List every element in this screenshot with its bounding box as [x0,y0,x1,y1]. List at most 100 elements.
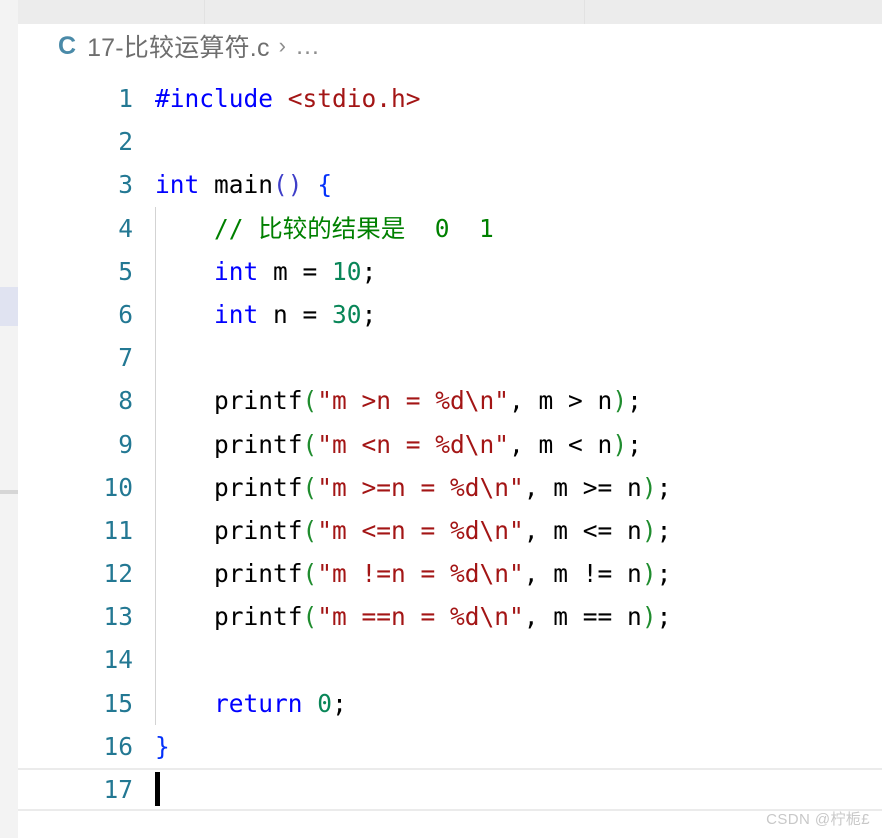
code-token: printf [155,429,303,459]
code-line[interactable]: 2 [18,120,882,163]
code-token: ( [302,515,318,545]
code-token: #include [155,84,288,113]
code-token: ) [641,559,657,589]
code-token: , m >= n [523,472,642,502]
code-line[interactable]: 6 int n = 30; [18,292,882,337]
code-line[interactable]: 4 // 比较的结果是 0 1 [18,206,882,250]
code-line[interactable]: 5 int m = 10; [18,249,882,293]
code-line[interactable]: 1 #include <stdio.h> [18,77,882,120]
breadcrumb[interactable]: C 17-比较运算符.c › … [18,24,320,68]
code-token: // 比较的结果是 0 1 [155,213,494,243]
code-line[interactable]: 8 printf("m >n = %d\n", m > n); [18,379,882,423]
editor-tab-1[interactable] [18,0,205,24]
line-number: 7 [118,343,133,373]
code-line[interactable]: 17 [18,768,882,812]
code-line[interactable]: 12 printf("m !=n = %d\n", m != n); [18,552,882,596]
code-token: { [317,170,333,200]
code-line-content[interactable] [155,336,882,380]
breadcrumb-more-button[interactable]: … [295,32,320,61]
editor-tab-3[interactable] [585,0,882,24]
code-token: 10 [332,256,362,286]
code-token: 0 [317,688,333,718]
code-line-content[interactable]: // 比较的结果是 0 1 [155,206,882,250]
code-line-content[interactable]: printf("m >n = %d\n", m > n); [155,379,882,423]
code-line-content[interactable]: printf("m ==n = %d\n", m == n); [155,595,882,639]
code-token: ( [302,386,318,416]
code-line-content[interactable]: } [155,725,882,768]
code-line-content[interactable]: printf("m >=n = %d\n", m >= n); [155,465,882,509]
code-token: printf [155,559,303,589]
indent-guide [155,249,156,293]
rail-selection-highlight [0,287,18,326]
line-number: 6 [118,299,133,329]
code-token: ) [612,429,628,459]
code-token: "m <=n = %d\n" [317,515,524,545]
code-token: printf [155,472,303,502]
indent-guide [155,552,156,596]
line-number: 9 [118,429,133,459]
code-line[interactable]: 16} [18,725,882,768]
code-token: ( [302,602,318,632]
line-number: 12 [103,559,133,589]
line-number: 14 [103,645,133,675]
editor-tab-2[interactable] [205,0,585,24]
code-line[interactable]: 3 int main() { [18,163,882,206]
line-number: 8 [118,386,133,416]
code-line-content[interactable]: return 0; [155,681,882,725]
code-line[interactable]: 13 printf("m ==n = %d\n", m == n); [18,595,882,639]
code-token: ; [656,515,672,545]
indent-guide [155,379,156,423]
indent-guide [155,595,156,639]
code-line-content[interactable]: printf("m <=n = %d\n", m <= n); [155,508,882,553]
text-cursor [155,772,160,806]
breadcrumb-file-name[interactable]: 17-比较运算符.c [87,28,270,64]
code-token: 30 [332,299,362,329]
code-line[interactable]: 9 printf("m <n = %d\n", m < n); [18,422,882,466]
code-line-content[interactable]: int m = 10; [155,249,882,293]
code-line-content[interactable]: int main() { [155,163,882,206]
code-line-content[interactable]: #include <stdio.h> [155,77,882,120]
code-line-content[interactable]: printf("m <n = %d\n", m < n); [155,422,882,466]
code-token: ; [656,602,672,632]
code-line-content[interactable]: int n = 30; [155,292,882,337]
code-token: ; [656,559,672,589]
code-line-content[interactable] [155,638,882,682]
code-line-content[interactable] [155,120,882,163]
code-token: printf [155,515,303,545]
code-line-content[interactable]: printf("m !=n = %d\n", m != n); [155,552,882,596]
code-token: () [273,170,303,200]
line-number: 15 [103,688,133,718]
code-token: ) [612,386,628,416]
indent-guide [155,638,156,682]
line-number: 5 [118,256,133,286]
code-line[interactable]: 15 return 0; [18,681,882,725]
code-token: main [214,170,274,200]
code-token: "m >n = %d\n" [317,386,510,416]
indent-guide [155,422,156,466]
code-token: return [214,688,303,718]
code-token: , m == n [523,602,642,632]
indent-guide [155,336,156,380]
code-token: ; [361,256,377,286]
watermark: CSDN @柠栀£ [766,811,870,828]
code-token: , m > n [509,386,613,416]
code-token: printf [155,602,303,632]
code-line[interactable]: 11 printf("m <=n = %d\n", m <= n); [18,508,882,553]
code-token: ; [627,386,642,416]
code-line[interactable]: 10 printf("m >=n = %d\n", m >= n); [18,465,882,509]
line-number: 2 [118,127,133,157]
indent-guide [155,508,156,553]
indent-guide [155,206,156,250]
code-line[interactable]: 14 [18,638,882,682]
code-line-content[interactable] [155,768,882,811]
line-number: 16 [103,731,133,761]
code-line[interactable]: 7 [18,336,882,380]
code-token: "m ==n = %d\n" [317,602,524,632]
line-number: 1 [118,84,133,113]
left-rail[interactable] [0,0,18,838]
code-token: , m != n [523,559,642,589]
code-lines[interactable]: 1 #include <stdio.h> 2 3 int main() {4 // 比较… [18,77,882,812]
code-token: ) [641,472,657,502]
